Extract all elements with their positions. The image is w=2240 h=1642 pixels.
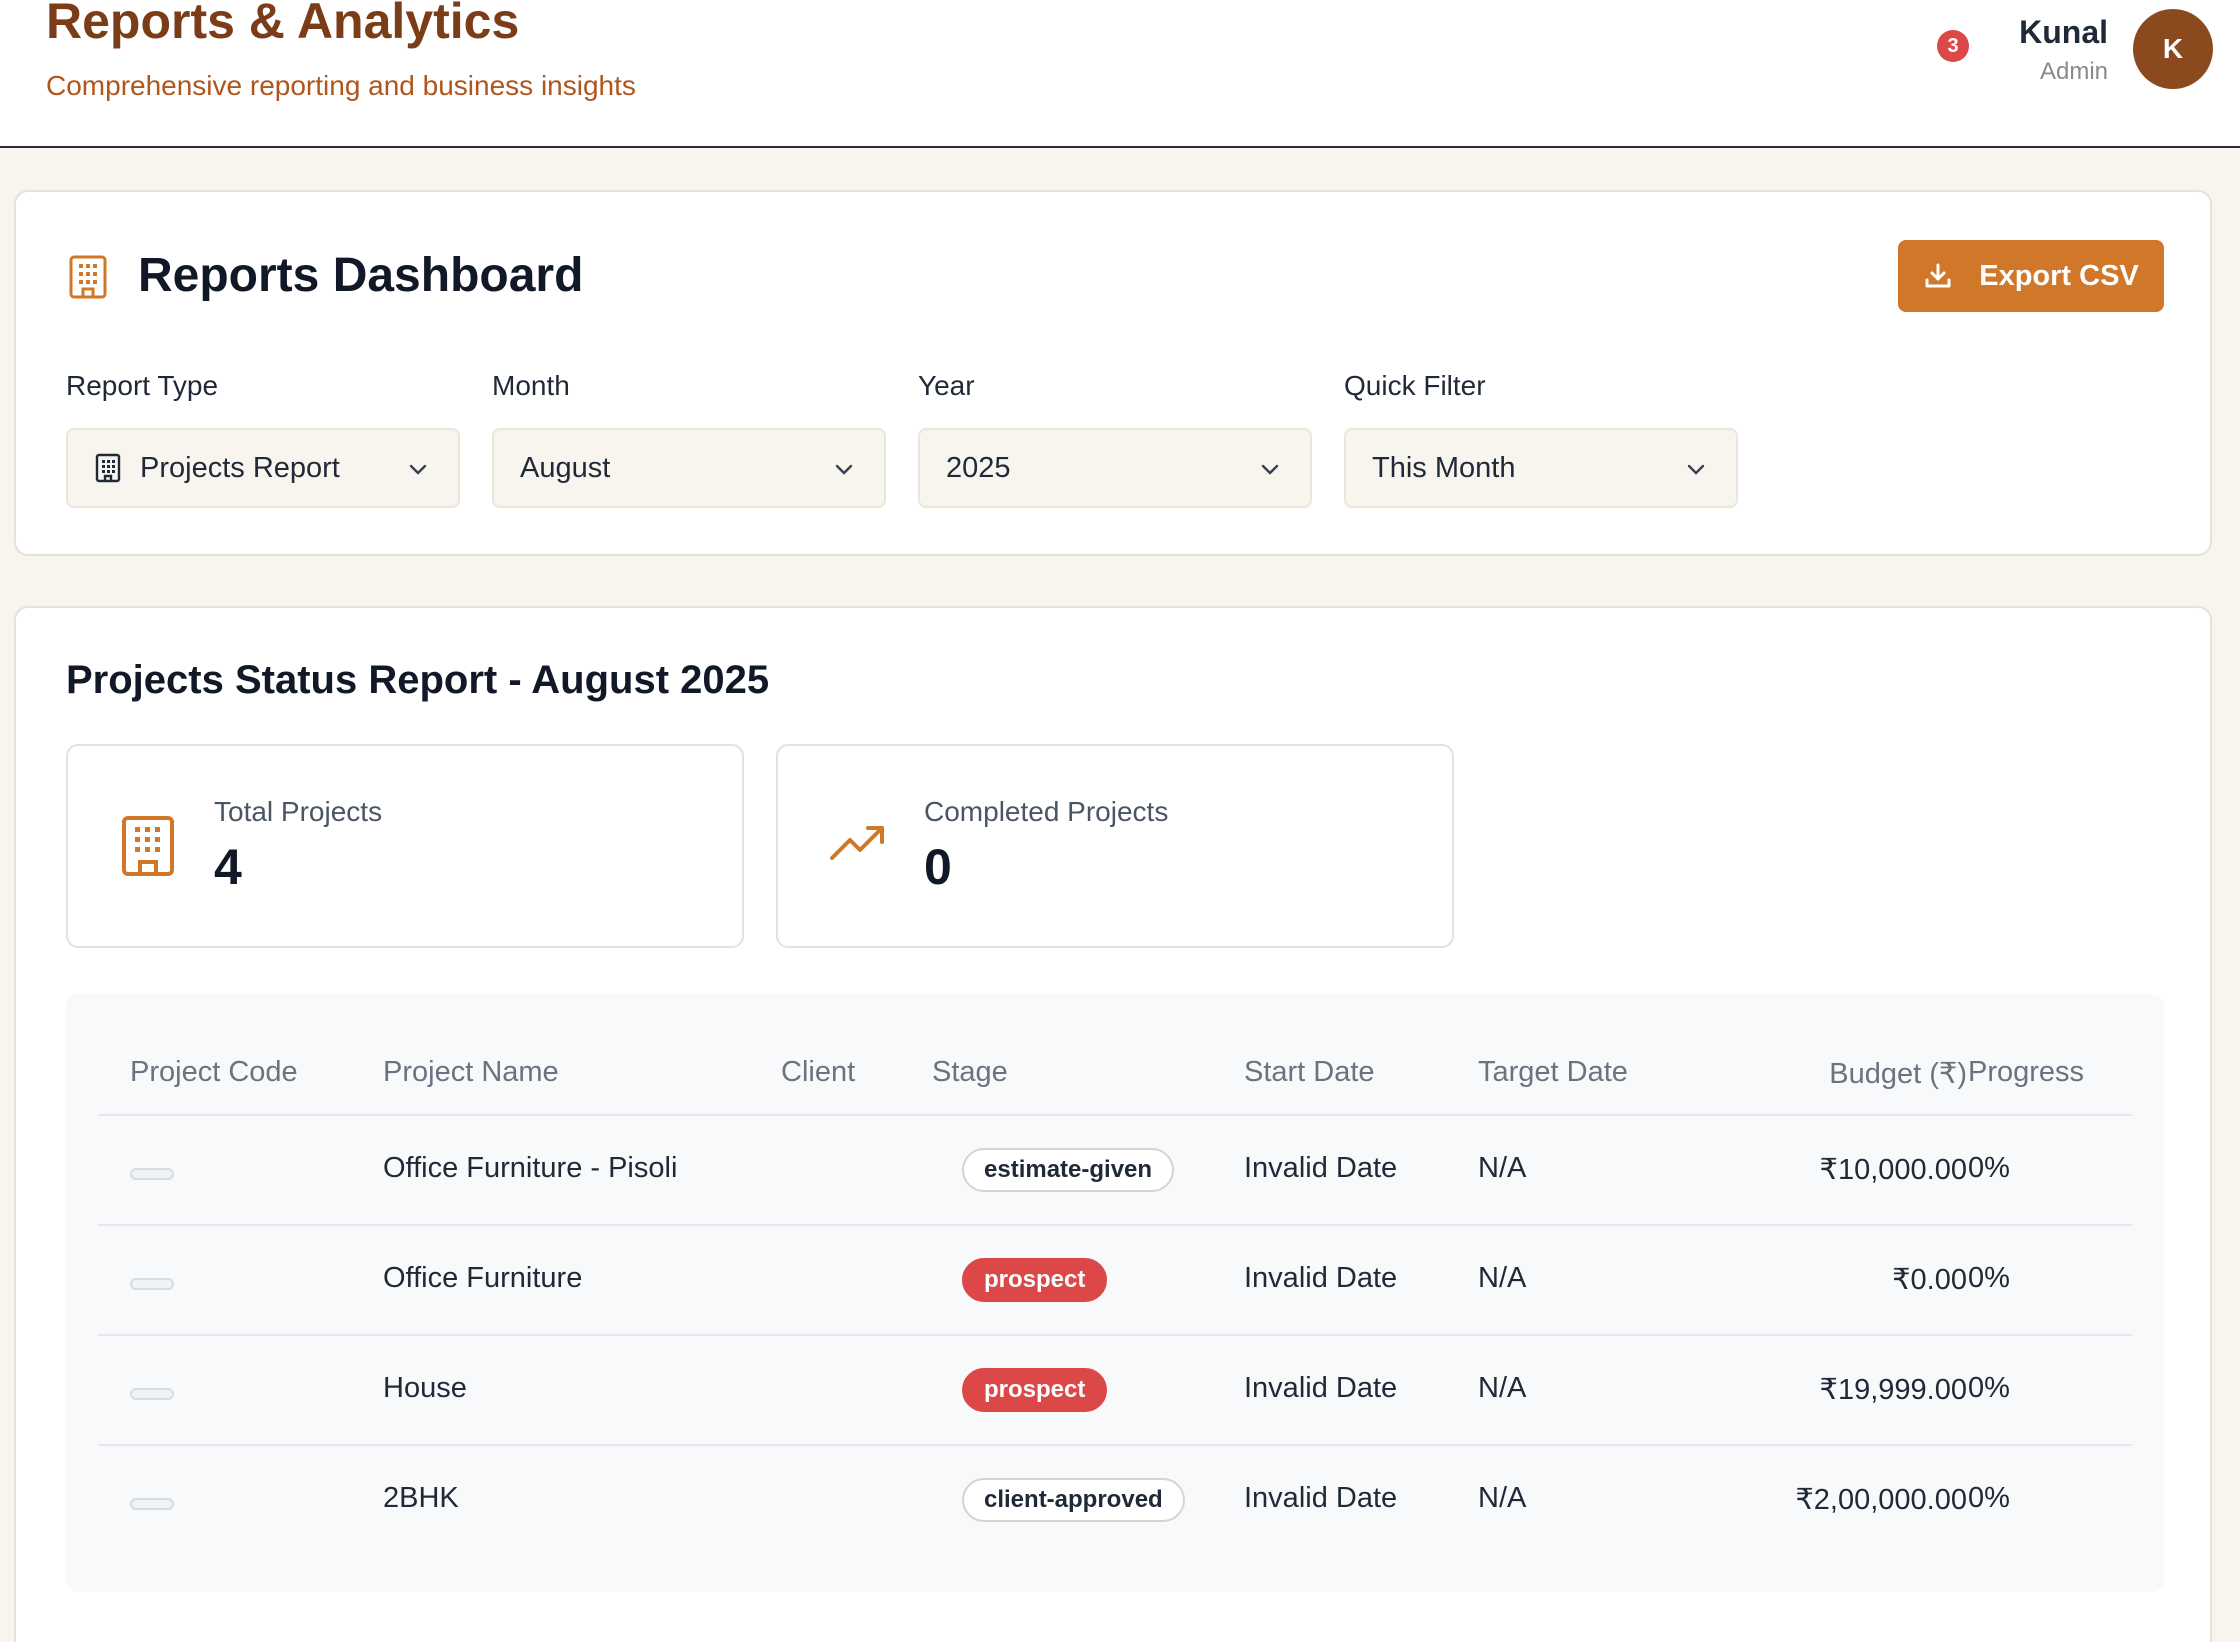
start-date-cell: Invalid Date xyxy=(1244,1152,1398,1184)
report-type-value: Projects Report xyxy=(140,451,340,484)
stat-card-total-projects: Total Projects 4 xyxy=(66,744,744,948)
user-role: Admin xyxy=(2039,58,2108,85)
budget-cell: ₹0.00 xyxy=(1892,1264,1967,1296)
page-subtitle: Comprehensive reporting and business ins… xyxy=(46,70,636,101)
filter-label-month: Month xyxy=(492,370,570,401)
page-title: Reports & Analytics xyxy=(46,0,520,49)
project-name-cell: House xyxy=(383,1372,467,1404)
chevron-down-icon xyxy=(409,464,427,475)
dashboard-title: Reports Dashboard xyxy=(138,249,584,302)
project-name-cell: 2BHK xyxy=(383,1482,459,1514)
stage-badge: prospect xyxy=(962,1258,1108,1302)
project-code-cell xyxy=(130,1278,174,1290)
column-header-start-date[interactable]: Start Date xyxy=(1244,1056,1375,1089)
building-icon xyxy=(95,453,121,483)
year-value: 2025 xyxy=(946,451,1011,484)
chevron-down-icon xyxy=(1687,464,1705,475)
projects-report-card: Projects Status Report - August 2025 Tot… xyxy=(14,606,2212,1642)
year-select[interactable]: 2025 xyxy=(918,428,1312,508)
trending-up-icon xyxy=(830,826,884,860)
project-name-cell: Office Furniture xyxy=(383,1262,583,1294)
month-select[interactable]: August xyxy=(492,428,886,508)
start-date-cell: Invalid Date xyxy=(1244,1372,1398,1404)
stat-card-completed-projects: Completed Projects 0 xyxy=(776,744,1454,948)
progress-cell: 0% xyxy=(1968,1482,2010,1514)
export-csv-button[interactable]: Export CSV xyxy=(1898,240,2164,312)
start-date-cell: Invalid Date xyxy=(1244,1262,1398,1294)
stage-badge: client-approved xyxy=(962,1478,1185,1522)
column-header-stage[interactable]: Stage xyxy=(932,1056,1008,1089)
progress-cell: 0% xyxy=(1968,1372,2010,1404)
project-code-cell xyxy=(130,1168,174,1180)
stage-badge: estimate-given xyxy=(962,1148,1175,1192)
column-header-client[interactable]: Client xyxy=(781,1056,855,1089)
start-date-cell: Invalid Date xyxy=(1244,1482,1398,1514)
table-row[interactable]: Office Furniture prospect Invalid Date N… xyxy=(98,1224,2132,1334)
table-row[interactable]: 2BHK client-approved Invalid Date N/A ₹2… xyxy=(98,1444,2132,1554)
stat-label: Completed Projects xyxy=(924,796,1169,827)
progress-cell: 0% xyxy=(1968,1152,2010,1184)
budget-cell: ₹10,000.00 xyxy=(1819,1154,1967,1186)
column-header-progress[interactable]: Progress xyxy=(1968,1056,2084,1089)
filter-label-quick-filter: Quick Filter xyxy=(1344,370,1486,401)
target-date-cell: N/A xyxy=(1478,1482,1527,1514)
stat-label: Total Projects xyxy=(214,796,383,827)
month-value: August xyxy=(520,451,611,484)
chevron-down-icon xyxy=(835,464,853,475)
download-icon xyxy=(1925,263,1951,288)
target-date-cell: N/A xyxy=(1478,1262,1527,1294)
budget-cell: ₹2,00,000.00 xyxy=(1795,1484,1967,1516)
column-header-project-name[interactable]: Project Name xyxy=(383,1056,559,1089)
report-title: Projects Status Report - August 2025 xyxy=(66,658,770,702)
export-csv-label: Export CSV xyxy=(1979,259,2139,292)
chevron-down-icon xyxy=(1261,464,1279,475)
projects-table: Project Code Project Name Client Stage S… xyxy=(66,994,2164,1592)
column-header-target-date[interactable]: Target Date xyxy=(1478,1056,1628,1089)
reports-dashboard-card: Reports Dashboard Export CSV Report Type… xyxy=(14,190,2212,556)
user-name: Kunal xyxy=(2019,14,2108,50)
column-header-project-code[interactable]: Project Code xyxy=(130,1056,298,1089)
building-icon xyxy=(122,816,174,876)
stat-value: 4 xyxy=(214,839,242,895)
target-date-cell: N/A xyxy=(1478,1152,1527,1184)
target-date-cell: N/A xyxy=(1478,1372,1527,1404)
filter-label-report-type: Report Type xyxy=(66,370,219,401)
table-row[interactable]: House prospect Invalid Date N/A ₹19,999.… xyxy=(98,1334,2132,1444)
quick-filter-value: This Month xyxy=(1372,451,1516,484)
stat-value: 0 xyxy=(924,839,952,895)
stage-badge: prospect xyxy=(962,1368,1108,1412)
progress-cell: 0% xyxy=(1968,1262,2010,1294)
building-icon xyxy=(69,255,107,299)
table-row[interactable]: Office Furniture - Pisoli estimate-given… xyxy=(98,1114,2132,1224)
budget-cell: ₹19,999.00 xyxy=(1819,1374,1967,1406)
top-header: Reports & Analytics Comprehensive report… xyxy=(0,0,2240,148)
project-name-cell: Office Furniture - Pisoli xyxy=(383,1152,678,1184)
filter-label-year: Year xyxy=(918,370,975,401)
column-header-budget[interactable]: Budget (₹) xyxy=(1703,1056,1967,1091)
project-code-cell xyxy=(130,1498,174,1510)
notification-badge[interactable]: 3 xyxy=(1937,30,1969,62)
project-code-cell xyxy=(130,1388,174,1400)
avatar[interactable]: K xyxy=(2133,9,2213,89)
report-type-select[interactable]: Projects Report xyxy=(66,428,460,508)
quick-filter-select[interactable]: This Month xyxy=(1344,428,1738,508)
